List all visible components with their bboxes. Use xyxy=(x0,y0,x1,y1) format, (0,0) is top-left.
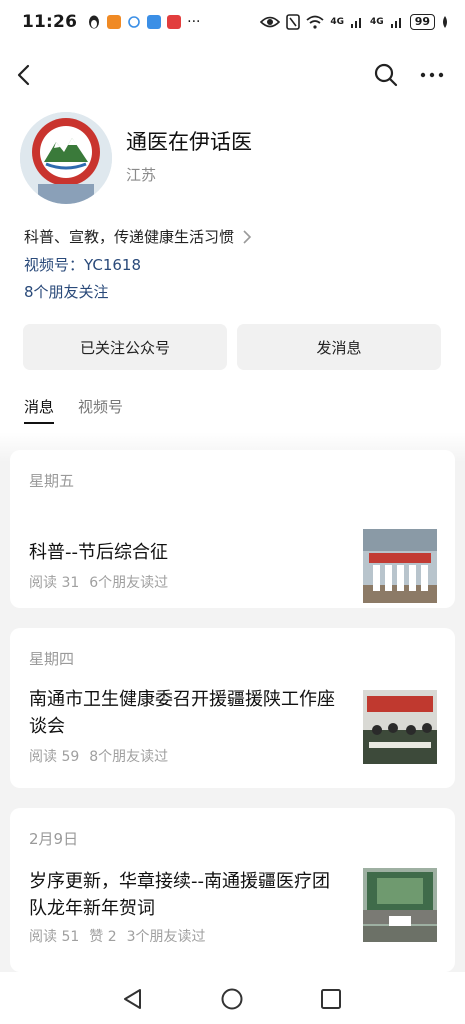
article-meta: 阅读 31 6个朋友读过 xyxy=(29,572,168,592)
account-region: 江苏 xyxy=(126,166,157,184)
tab-channel[interactable]: 视频号 xyxy=(78,396,123,424)
friends-read: 3个朋友读过 xyxy=(126,929,206,945)
back-arrow-icon xyxy=(17,64,30,86)
more-button[interactable] xyxy=(417,60,447,90)
triangle-back-icon xyxy=(124,989,141,1009)
followed-account-button[interactable]: 已关注公众号 xyxy=(23,324,227,370)
building-photo-image xyxy=(363,868,437,942)
more-dots-icon xyxy=(420,72,444,78)
status-bar: 11:26 ··· 4G 4G 99 xyxy=(0,0,465,44)
article-card[interactable]: 星期五 科普--节后综合征 阅读 31 6个朋友读过 xyxy=(10,450,455,608)
chat-bubble-icon xyxy=(128,16,140,28)
signal-1-icon xyxy=(351,18,362,28)
meeting-photo-image xyxy=(363,690,437,764)
eye-icon xyxy=(260,16,281,28)
article-card[interactable]: 星期四 南通市卫生健康委召开援疆援陕工作座谈会 阅读 59 8个朋友读过 xyxy=(10,628,455,788)
like-count: 赞 2 xyxy=(89,929,117,945)
message-feed: 星期五 科普--节后综合征 阅读 31 6个朋友读过 星期四 南通市卫生健康委召… xyxy=(0,432,465,972)
nav-home-button[interactable] xyxy=(220,987,244,1011)
system-navigation-bar xyxy=(0,972,465,1024)
tabs: 消息 视频号 xyxy=(24,396,123,424)
article-thumbnail xyxy=(363,690,437,764)
more-notifications-icon: ··· xyxy=(187,14,201,30)
search-icon xyxy=(374,63,398,87)
nav-back-button[interactable] xyxy=(121,987,145,1011)
read-count: 阅读 51 xyxy=(29,929,80,945)
article-thumbnail xyxy=(363,868,437,942)
article-card[interactable]: 2月9日 岁序更新，华章接续--南通援疆医疗团队龙年新年贺词 阅读 51 赞 2… xyxy=(10,808,455,972)
battery-icon: 99 xyxy=(409,14,435,30)
description-text: 科普、宣教，传递健康生活习惯 xyxy=(24,228,235,246)
leaf-icon xyxy=(443,16,447,28)
chevron-right-icon xyxy=(243,229,252,244)
read-count: 阅读 59 xyxy=(29,749,80,765)
friends-follow-link[interactable]: 8个朋友关注 xyxy=(24,281,109,302)
nfc-icon xyxy=(286,14,301,30)
square-recents-icon xyxy=(321,989,341,1009)
article-title: 科普--节后综合征 xyxy=(29,542,168,563)
red-app-icon xyxy=(167,15,182,29)
channel-link[interactable]: 视频号：YC1618 xyxy=(24,254,141,275)
back-button[interactable] xyxy=(10,60,40,90)
read-count: 阅读 31 xyxy=(29,575,80,591)
article-meta: 阅读 51 赞 2 3个朋友读过 xyxy=(29,926,206,946)
wifi-icon xyxy=(306,15,324,29)
card-date: 星期四 xyxy=(29,650,75,668)
article-title: 南通市卫生健康委召开援疆援陕工作座谈会 xyxy=(29,689,335,737)
article-title: 岁序更新，华章接续--南通援疆医疗团队龙年新年贺词 xyxy=(29,871,330,919)
status-right: 4G 4G 99 xyxy=(260,14,449,30)
nav-recents-button[interactable] xyxy=(319,987,343,1011)
article-thumbnail xyxy=(363,529,437,603)
signal-2-icon xyxy=(390,18,401,28)
article-meta: 阅读 59 8个朋友读过 xyxy=(29,746,168,766)
card-date: 2月9日 xyxy=(29,830,79,848)
friends-read: 8个朋友读过 xyxy=(89,749,169,765)
notification-icons: ··· xyxy=(87,14,200,30)
penguin-app-icon xyxy=(89,15,100,29)
account-name: 通医在伊话医 xyxy=(126,130,252,154)
card-date: 星期五 xyxy=(29,472,75,490)
status-time: 11:26 xyxy=(22,12,78,32)
top-navigation xyxy=(0,52,465,98)
search-button[interactable] xyxy=(371,60,401,90)
group-photo-image xyxy=(363,529,437,603)
avatar[interactable] xyxy=(20,112,112,204)
tab-messages[interactable]: 消息 xyxy=(24,396,55,424)
send-message-button[interactable]: 发消息 xyxy=(237,324,441,370)
circle-home-icon xyxy=(221,988,243,1010)
hospital-logo-icon xyxy=(20,112,112,204)
account-description[interactable]: 科普、宣教，传递健康生活习惯 xyxy=(24,226,252,247)
friends-read: 6个朋友读过 xyxy=(89,575,169,591)
signal-2-label: 4G xyxy=(370,17,384,27)
signal-1-label: 4G xyxy=(330,17,345,27)
alipay-app-icon xyxy=(147,15,162,29)
app-notification-icon xyxy=(107,15,122,29)
